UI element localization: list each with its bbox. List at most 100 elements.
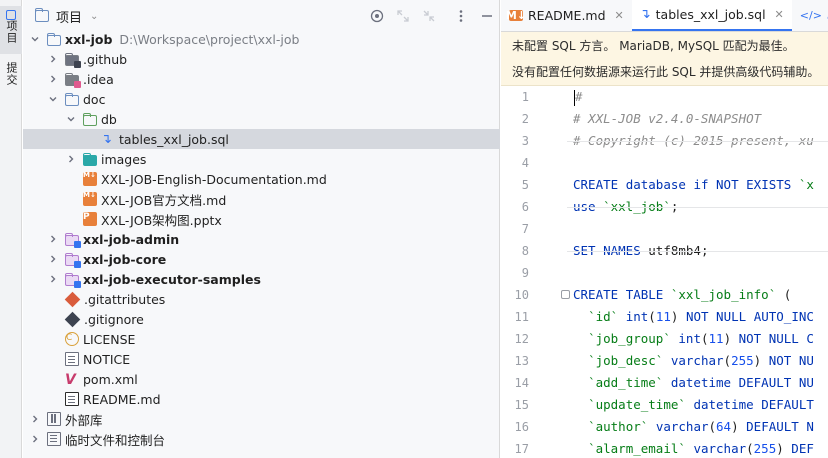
chevron-right-icon[interactable] bbox=[47, 73, 59, 85]
code-line: `alarm_email` varchar(255) DEF bbox=[588, 441, 814, 456]
datasource-warning-banner: 没有配置任何数据源来运行此 SQL 并提供高级代码辅助。 bbox=[501, 58, 828, 86]
tree-item-label: LICENSE bbox=[83, 331, 136, 347]
tree-item[interactable]: .gitattributes bbox=[23, 289, 500, 309]
license-file-icon: C bbox=[65, 332, 79, 346]
fold-marker-icon[interactable] bbox=[561, 290, 570, 299]
pptx-file-icon: P bbox=[83, 212, 97, 226]
close-icon[interactable]: ✕ bbox=[615, 9, 624, 22]
chevron-right-icon[interactable] bbox=[47, 233, 59, 245]
tree-item[interactable]: Vpom.xml bbox=[23, 369, 500, 389]
xml-file-icon: </> bbox=[799, 8, 822, 22]
tab-tables-xxl-job-sql[interactable]: ↴ tables_xxl_job.sql ✕ bbox=[631, 0, 792, 31]
sql-file-icon: ↴ bbox=[639, 6, 651, 22]
minimize-icon[interactable] bbox=[479, 8, 495, 24]
tab-readme[interactable]: M↓ README.md ✕ bbox=[501, 0, 632, 31]
chevron-right-icon[interactable] bbox=[29, 433, 41, 445]
folder-icon bbox=[35, 8, 49, 22]
tab-application[interactable]: </> appli bbox=[792, 0, 828, 31]
chevron-down-icon[interactable]: ⌄ bbox=[90, 11, 98, 22]
project-tree: xxl-job D:\Workspace\project\xxl-job .gith… bbox=[23, 29, 500, 449]
tree-item[interactable]: xxl-job D:\Workspace\project\xxl-job bbox=[23, 29, 500, 49]
tree-item[interactable]: README.md bbox=[23, 389, 500, 409]
tree-item[interactable]: doc bbox=[23, 89, 500, 109]
code-line: `update_time` datetime DEFAULT bbox=[588, 397, 814, 412]
tree-item[interactable]: NOTICE bbox=[23, 349, 500, 369]
tree-item-path: D:\Workspace\project\xxl-job bbox=[119, 31, 300, 47]
tab-sql-label: tables_xxl_job.sql bbox=[655, 6, 766, 22]
code-line: `job_desc` varchar(255) NOT NU bbox=[588, 353, 814, 368]
tree-item-label: xxl-job-core bbox=[83, 251, 167, 267]
chevron-right-icon[interactable] bbox=[47, 253, 59, 265]
tree-item[interactable]: xxl-job-core bbox=[23, 249, 500, 269]
datasource-warning-text: 没有配置任何数据源来运行此 SQL 并提供高级代码辅助。 bbox=[512, 65, 820, 79]
chevron-right-icon[interactable] bbox=[65, 153, 77, 165]
tree-item[interactable]: xxl-job-admin bbox=[23, 229, 500, 249]
folder-badge-icon bbox=[74, 80, 81, 88]
tree-item[interactable]: 临时文件和控制台 bbox=[23, 429, 500, 449]
tree-item[interactable]: images bbox=[23, 149, 500, 169]
tree-item-label: db bbox=[101, 111, 117, 127]
tree-item[interactable]: .idea bbox=[23, 69, 500, 89]
tree-item-label: pom.xml bbox=[83, 371, 138, 387]
close-icon[interactable]: ✕ bbox=[775, 8, 784, 21]
tree-item-label: 临时文件和控制台 bbox=[65, 432, 166, 448]
tool-tab-project[interactable]: 项目 bbox=[0, 6, 22, 54]
locate-file-icon[interactable] bbox=[369, 8, 385, 24]
tool-tab-commit[interactable]: 提交 bbox=[0, 62, 22, 98]
git-file-icon bbox=[64, 311, 81, 327]
text-file-icon bbox=[65, 352, 79, 366]
git-file-icon bbox=[64, 291, 81, 307]
tree-item-label: .gitattributes bbox=[84, 291, 166, 307]
tree-item[interactable]: M↓ XXL-JOB官方文档.md bbox=[23, 189, 500, 209]
chevron-right-icon[interactable] bbox=[47, 273, 59, 285]
code-line: # bbox=[574, 89, 583, 106]
project-panel-title[interactable]: 项目 bbox=[56, 7, 82, 26]
images-folder-icon bbox=[83, 152, 97, 166]
line-number: 4 bbox=[521, 156, 529, 170]
tree-item[interactable]: C LICENSE bbox=[23, 329, 500, 349]
chevron-right-icon[interactable] bbox=[47, 53, 59, 65]
project-tool-icon bbox=[6, 10, 16, 20]
line-number: 17 bbox=[514, 442, 529, 456]
tree-item[interactable]: .gitignore bbox=[23, 309, 500, 329]
dialect-warning-banner: 未配置 SQL 方言。 MariaDB, MySQL 匹配为最佳。 bbox=[501, 32, 828, 60]
module-folder-icon bbox=[65, 232, 81, 248]
module-badge-icon bbox=[74, 280, 81, 288]
statement-separator bbox=[567, 251, 828, 252]
module-badge-icon bbox=[74, 240, 81, 248]
more-options-icon[interactable] bbox=[453, 8, 469, 24]
idea-folder-icon bbox=[65, 72, 81, 88]
tree-item[interactable]: xxl-job-executor-samples bbox=[23, 269, 500, 289]
chevron-down-icon[interactable] bbox=[65, 113, 77, 125]
tree-item[interactable]: M↓ XXL-JOB-English-Documentation.md bbox=[23, 169, 500, 189]
maven-file-icon: V bbox=[65, 372, 76, 388]
project-panel: 项目 ⌄ xxl-job D:\Workspace\project\xxl-job… bbox=[23, 0, 500, 458]
line-number: 13 bbox=[514, 354, 529, 368]
line-number: 14 bbox=[514, 376, 529, 390]
line-number: 10 bbox=[514, 288, 529, 302]
line-number: 12 bbox=[514, 332, 529, 346]
code-line: `add_time` datetime DEFAULT NU bbox=[588, 375, 814, 390]
tree-item-label: xxl-job bbox=[65, 31, 113, 47]
tool-tab-project-label: 项目 bbox=[5, 20, 18, 44]
editor-area: M↓ README.md ✕ ↴ tables_xxl_job.sql ✕ </… bbox=[501, 0, 828, 458]
project-panel-header: 项目 ⌄ bbox=[23, 0, 500, 32]
tree-item[interactable]: db bbox=[23, 109, 500, 129]
collapse-all-icon[interactable] bbox=[421, 8, 437, 24]
tree-item-label: .gitignore bbox=[84, 311, 144, 327]
chevron-down-icon[interactable] bbox=[29, 33, 41, 45]
chevron-down-icon[interactable] bbox=[47, 93, 59, 105]
tree-item-label: XXL-JOB-English-Documentation.md bbox=[101, 171, 327, 187]
folder-badge-icon bbox=[74, 60, 81, 68]
expand-all-icon[interactable] bbox=[395, 8, 411, 24]
line-number: 2 bbox=[521, 112, 529, 126]
line-number: 16 bbox=[514, 420, 529, 434]
chevron-right-icon[interactable] bbox=[29, 413, 41, 425]
line-number: 1 bbox=[521, 90, 529, 104]
tree-item[interactable]: .github bbox=[23, 49, 500, 69]
tree-item-label: doc bbox=[83, 91, 106, 107]
tree-item[interactable]: P XXL-JOB架构图.pptx bbox=[23, 209, 500, 229]
tree-item[interactable]: 外部库 bbox=[23, 409, 500, 429]
line-number: 9 bbox=[521, 266, 529, 280]
tree-item[interactable]: ↴ tables_xxl_job.sql bbox=[23, 129, 500, 149]
